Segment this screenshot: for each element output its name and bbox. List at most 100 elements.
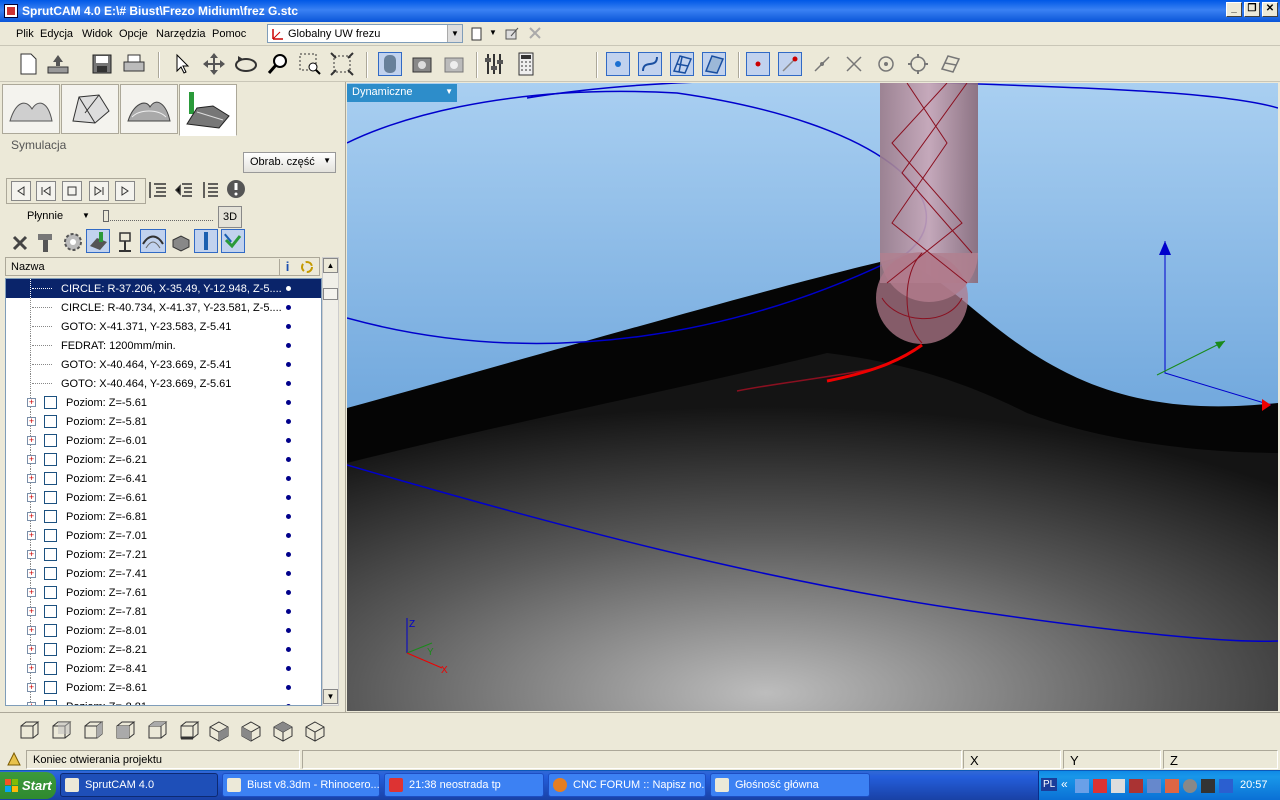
menu-opcje[interactable]: Opcje xyxy=(119,28,148,40)
refresh-icon[interactable] xyxy=(300,260,314,277)
tree-operation-row[interactable]: CIRCLE: R-37.206, X-35.49, Y-12.948, Z-5… xyxy=(6,279,321,298)
stop-icon[interactable] xyxy=(62,181,82,201)
pan-move-icon[interactable] xyxy=(202,52,226,76)
scroll-down-icon[interactable]: ▼ xyxy=(323,689,338,704)
delete-icon[interactable] xyxy=(528,26,542,43)
level-checkbox[interactable] xyxy=(44,567,57,580)
expand-icon[interactable]: + xyxy=(27,398,36,407)
cancel-icon[interactable] xyxy=(10,233,30,256)
menu-widok[interactable]: Widok xyxy=(82,28,113,40)
tree-level-row[interactable]: + Poziom: Z=-5.81 xyxy=(6,412,321,431)
tree-level-row[interactable]: + Poziom: Z=-7.81 xyxy=(6,602,321,621)
security-icon[interactable] xyxy=(1093,779,1107,793)
tree-operation-row[interactable]: GOTO: X-40.464, Y-23.669, Z-5.41 xyxy=(6,355,321,374)
maximize-button[interactable]: ❐ xyxy=(1244,2,1260,17)
view-iso4-icon[interactable] xyxy=(304,720,326,745)
task-neostrada[interactable]: 21:38 neostrada tp xyxy=(384,773,544,797)
speed-slider[interactable] xyxy=(103,210,213,222)
level-checkbox[interactable] xyxy=(44,396,57,409)
tree-level-row[interactable]: + Poziom: Z=-8.41 xyxy=(6,659,321,678)
dropdown-arrow-icon[interactable]: ▼ xyxy=(489,28,497,37)
view-right-icon[interactable] xyxy=(114,720,136,745)
parameters-icon[interactable] xyxy=(482,52,506,76)
close-button[interactable]: ✕ xyxy=(1262,2,1278,17)
level-checkbox[interactable] xyxy=(44,434,57,447)
expand-icon[interactable]: + xyxy=(27,702,36,705)
clock[interactable]: 20:57 xyxy=(1240,779,1268,791)
view-front-icon[interactable] xyxy=(18,720,40,745)
list-indent-icon[interactable] xyxy=(148,180,168,203)
tree-operation-row[interactable]: GOTO: X-41.371, Y-23.583, Z-5.41 xyxy=(6,317,321,336)
expand-icon[interactable]: + xyxy=(27,664,36,673)
level-checkbox[interactable] xyxy=(44,491,57,504)
level-checkbox[interactable] xyxy=(44,624,57,637)
snap-point-icon[interactable] xyxy=(746,52,770,76)
expand-icon[interactable]: + xyxy=(27,626,36,635)
tree-level-row[interactable]: + Poziom: Z=-6.41 xyxy=(6,469,321,488)
fixture-icon[interactable] xyxy=(114,231,136,256)
snap-quadrant-icon[interactable] xyxy=(906,52,930,76)
expand-icon[interactable]: + xyxy=(27,588,36,597)
fit-all-icon[interactable] xyxy=(330,52,354,76)
level-checkbox[interactable] xyxy=(44,643,57,656)
save-icon[interactable] xyxy=(90,52,114,76)
tab-workpiece[interactable] xyxy=(61,84,119,134)
level-checkbox[interactable] xyxy=(44,415,57,428)
view-left-icon[interactable] xyxy=(82,720,104,745)
expand-icon[interactable]: + xyxy=(27,474,36,483)
new-sheet-icon[interactable] xyxy=(470,27,484,44)
tray-app-icon[interactable] xyxy=(1111,779,1125,793)
warning-icon[interactable] xyxy=(226,179,246,202)
zoom-icon[interactable] xyxy=(266,52,290,76)
level-checkbox[interactable] xyxy=(44,453,57,466)
expand-icon[interactable]: + xyxy=(27,436,36,445)
snap-intersection-icon[interactable] xyxy=(842,52,866,76)
view-top-icon[interactable] xyxy=(146,720,168,745)
view-iso2-icon[interactable] xyxy=(240,720,262,745)
tray-app2-icon[interactable] xyxy=(1129,779,1143,793)
level-checkbox[interactable] xyxy=(44,700,57,705)
open-file-icon[interactable] xyxy=(46,52,70,76)
shaded-view-icon[interactable] xyxy=(378,52,402,76)
level-checkbox[interactable] xyxy=(44,662,57,675)
snap-center-icon[interactable] xyxy=(874,52,898,76)
tree-level-row[interactable]: + Poziom: Z=-7.61 xyxy=(6,583,321,602)
tree-level-row[interactable]: + Poziom: Z=-8.81 xyxy=(6,697,321,705)
start-button[interactable]: Start xyxy=(0,772,56,799)
tray-network2-icon[interactable] xyxy=(1147,779,1161,793)
tray-app6-icon[interactable] xyxy=(1219,779,1233,793)
expand-icon[interactable]: + xyxy=(27,417,36,426)
coordinate-system-combo[interactable]: Globalny UW frezu ▼ xyxy=(267,24,463,43)
expand-icon[interactable]: + xyxy=(27,607,36,616)
surface-mesh-icon[interactable] xyxy=(670,52,694,76)
scroll-thumb[interactable] xyxy=(323,288,338,300)
column-name-header[interactable]: Nazwa xyxy=(11,261,45,273)
tree-scrollbar[interactable]: ▲ ▼ xyxy=(322,257,339,706)
play-icon[interactable] xyxy=(115,181,135,201)
tree-operation-row[interactable]: CIRCLE: R-40.734, X-41.37, Y-23.581, Z-5… xyxy=(6,298,321,317)
tree-level-row[interactable]: + Poziom: Z=-6.21 xyxy=(6,450,321,469)
menu-plik[interactable]: Plik xyxy=(16,28,34,40)
task-rhino[interactable]: Biust v8.3dm - Rhinocero... xyxy=(222,773,380,797)
task-volume[interactable]: Głośność główna xyxy=(710,773,870,797)
view-iso1-icon[interactable] xyxy=(208,720,230,745)
list-collapse-icon[interactable] xyxy=(200,180,220,203)
stock-icon[interactable] xyxy=(170,231,192,256)
level-checkbox[interactable] xyxy=(44,510,57,523)
level-checkbox[interactable] xyxy=(44,605,57,618)
level-checkbox[interactable] xyxy=(44,472,57,485)
expand-icon[interactable]: + xyxy=(27,531,36,540)
language-indicator[interactable]: PL xyxy=(1041,778,1058,791)
task-sprutcam[interactable]: SprutCAM 4.0 xyxy=(60,773,218,797)
list-outdent-icon[interactable] xyxy=(174,180,194,203)
minimize-button[interactable]: _ xyxy=(1226,2,1242,17)
slider-thumb[interactable] xyxy=(103,210,109,222)
expand-icon[interactable]: + xyxy=(27,493,36,502)
menu-edycja[interactable]: Edycja xyxy=(40,28,73,40)
level-checkbox[interactable] xyxy=(44,586,57,599)
view-back-icon[interactable] xyxy=(50,720,72,745)
expand-icon[interactable]: + xyxy=(27,455,36,464)
expand-icon[interactable]: + xyxy=(27,550,36,559)
task-firefox[interactable]: CNC FORUM :: Napisz no... xyxy=(548,773,706,797)
calculator-icon[interactable] xyxy=(514,52,538,76)
